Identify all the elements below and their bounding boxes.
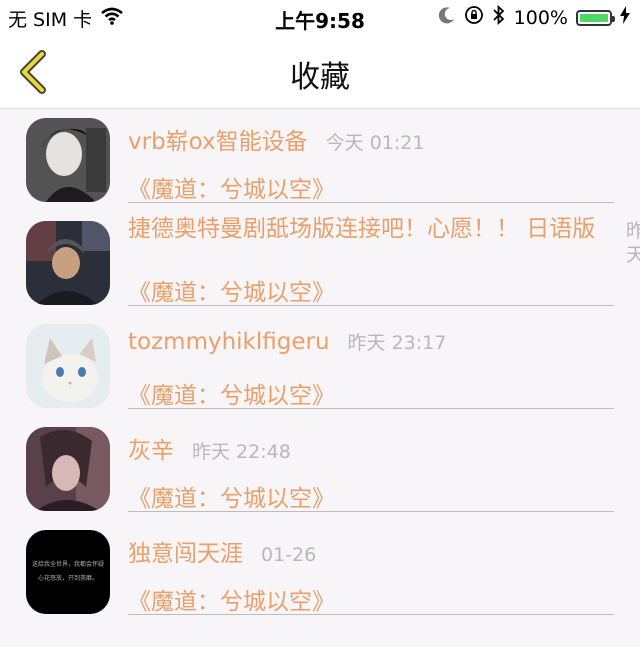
- list-item[interactable]: 灰辛 昨天 22:48 《魔道：兮城以空》: [0, 417, 640, 520]
- avatar-caption: 送给我全世界，我都会怀疑 心花怒放，开到荼靡。: [31, 561, 104, 582]
- work-title: 《魔道：兮城以空》: [128, 280, 335, 306]
- page-title: 收藏: [290, 60, 350, 95]
- favorites-list: vrb崭ox智能设备 今天 01:21 《魔道：兮城以空》 捷德奥特曼剧舐场版连接…: [0, 108, 640, 623]
- author-name: 捷德奥特曼剧舐场版连接吧！心愿！！ 日语版: [128, 216, 596, 242]
- battery-icon: [576, 9, 615, 26]
- battery-percent: 100%: [513, 6, 568, 29]
- avatar: [26, 324, 110, 408]
- avatar: [26, 427, 110, 511]
- divider: [128, 614, 614, 615]
- divider: [128, 305, 614, 306]
- favorite-time: 今天 01:21: [325, 132, 425, 154]
- author-name: 灰辛: [128, 438, 174, 464]
- favorite-time: 昨天 22:48: [192, 441, 291, 463]
- bluetooth-icon: [492, 4, 506, 30]
- orientation-lock-icon: [464, 5, 484, 30]
- divider: [128, 202, 614, 203]
- divider: [128, 408, 614, 409]
- avatar: 送给我全世界，我都会怀疑 心花怒放，开到荼靡。: [26, 530, 110, 614]
- work-title: 《魔道：兮城以空》: [128, 486, 335, 512]
- avatar: [26, 221, 110, 305]
- list-item[interactable]: 捷德奥特曼剧舐场版连接吧！心愿！！ 日语版 昨天 《魔道：兮城以空》: [0, 211, 640, 314]
- avatar: [26, 118, 110, 202]
- status-bar: 无 SIM 卡 上午9:58 100%: [0, 0, 640, 34]
- list-item[interactable]: 送给我全世界，我都会怀疑 心花怒放，开到荼靡。 独意闯天涯 01-26 《魔道：兮…: [0, 520, 640, 623]
- author-name: 独意闯天涯: [128, 541, 243, 567]
- moon-icon: [438, 6, 456, 29]
- favorite-time: 昨天: [626, 220, 640, 266]
- work-title: 《魔道：兮城以空》: [128, 383, 335, 409]
- navigation-bar: 收藏: [0, 34, 640, 109]
- favorite-time: 01-26: [261, 544, 317, 566]
- work-title: 《魔道：兮城以空》: [128, 589, 335, 615]
- divider: [128, 511, 614, 512]
- list-item[interactable]: tozmmyhiklfigeru 昨天 23:17 《魔道：兮城以空》: [0, 314, 640, 417]
- work-title: 《魔道：兮城以空》: [128, 177, 335, 203]
- charging-icon: [620, 6, 630, 29]
- list-item[interactable]: vrb崭ox智能设备 今天 01:21 《魔道：兮城以空》: [0, 108, 640, 211]
- author-name: vrb崭ox智能设备: [128, 129, 308, 155]
- author-name: tozmmyhiklfigeru: [128, 329, 330, 355]
- favorite-time: 昨天 23:17: [347, 332, 447, 354]
